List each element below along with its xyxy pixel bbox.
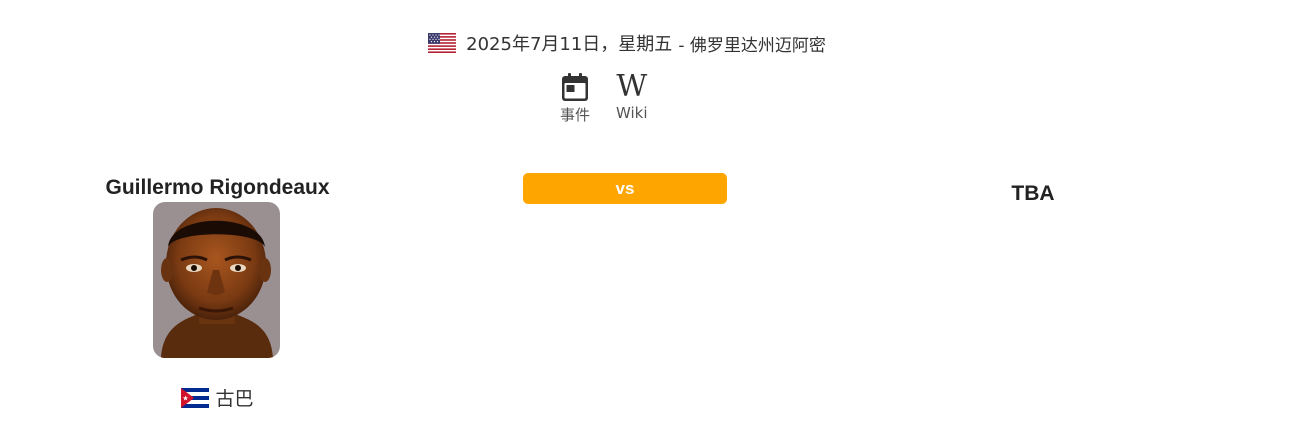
cuba-flag-icon [181,387,210,408]
event-link[interactable]: 事件 [560,72,590,125]
calendar-icon [562,73,588,101]
event-header: 2025年7月11日，星期五 - 佛罗里达州迈阿密 [0,30,1254,56]
fighter-left[interactable]: Guillermo Rigondeaux 古巴 [80,174,355,411]
fighter-left-name[interactable]: Guillermo Rigondeaux [80,174,355,202]
fighter-right: TBA [933,180,1133,208]
fighter-left-country-name: 古巴 [215,388,254,410]
us-flag-icon [428,33,457,53]
event-date: 2025年7月11日，星期五 [466,34,673,55]
fighter-left-photo[interactable] [153,202,280,358]
event-link-label: 事件 [560,106,591,124]
event-links: 事件 W Wiki [560,72,648,125]
wiki-link[interactable]: W Wiki [616,72,648,125]
wiki-link-label: Wiki [616,104,648,122]
fighter-right-name: TBA [1011,182,1055,205]
fight-card-page: 2025年7月11日，星期五 - 佛罗里达州迈阿密 事件 W Wiki Guil… [0,0,1308,431]
event-location: - 佛罗里达州迈阿密 [678,35,826,56]
vs-badge: vs [523,173,727,204]
wikipedia-icon: W [616,69,648,104]
fighter-left-country: 古巴 [80,384,355,411]
